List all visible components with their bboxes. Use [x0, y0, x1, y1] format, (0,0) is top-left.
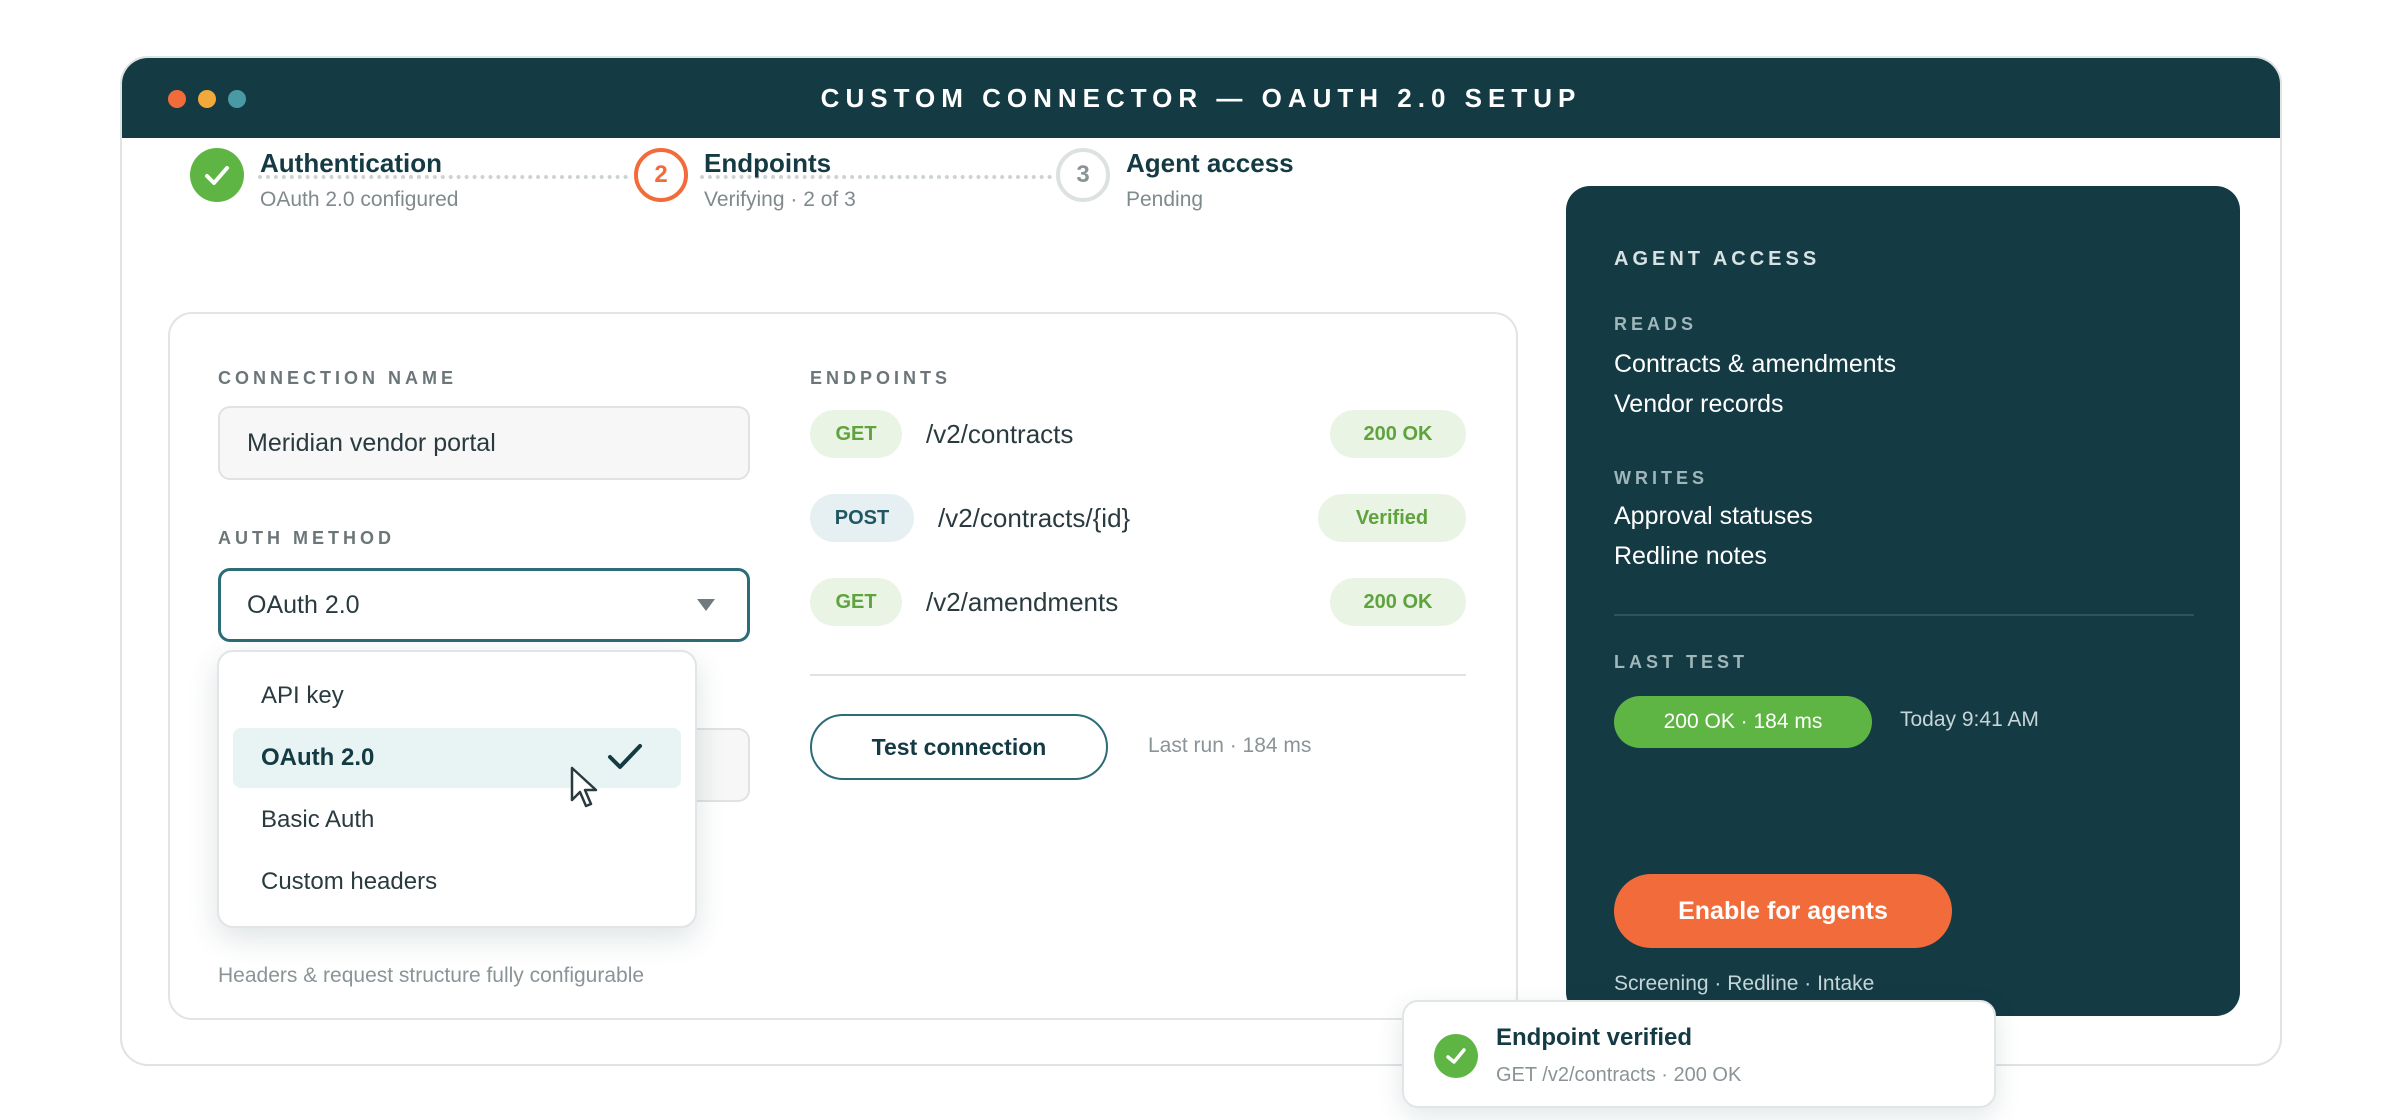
endpoint-path: /v2/contracts [926, 419, 1074, 449]
mouse-cursor-icon [570, 766, 598, 808]
test-connection-button[interactable]: Test connection [810, 714, 1108, 780]
auth-method-menu: API key OAuth 2.0 Basic Auth Custom head… [217, 650, 697, 928]
menu-item-oauth[interactable]: OAuth 2.0 [233, 728, 681, 788]
last-test-time: Today 9:41 AM [1900, 708, 2039, 731]
last-test-status-badge: 200 OK · 184 ms [1614, 696, 1872, 748]
step-title: Authentication [260, 148, 442, 178]
endpoint-row[interactable]: GET /v2/amendments 200 OK [810, 578, 1466, 626]
read-permission: Contracts & amendments [1614, 350, 1897, 378]
step-number: 2 [634, 148, 688, 202]
agent-access-panel: AGENT ACCESS READS Contracts & amendment… [1566, 186, 2240, 1016]
step-title: Agent access [1126, 148, 1294, 178]
reads-label: READS [1614, 314, 1698, 334]
toast-title: Endpoint verified [1496, 1024, 1693, 1051]
write-permission: Redline notes [1614, 542, 1767, 570]
writes-label: WRITES [1614, 468, 1708, 488]
toast-subtitle: GET /v2/contracts · 200 OK [1496, 1064, 1742, 1086]
step-subtitle: Verifying · 2 of 3 [704, 188, 856, 211]
panel-heading: AGENT ACCESS [1614, 248, 1821, 270]
method-badge: POST [810, 494, 914, 542]
auth-method-value: OAuth 2.0 [247, 591, 360, 619]
title-bar: CUSTOM CONNECTOR — OAUTH 2.0 SETUP [122, 58, 2280, 138]
connection-name-input[interactable]: Meridian vendor portal [218, 406, 750, 480]
menu-item-api-key[interactable]: API key [233, 666, 681, 726]
auth-method-select[interactable]: OAuth 2.0 [218, 568, 750, 642]
endpoint-path: /v2/amendments [926, 587, 1119, 617]
form-footnote: Headers & request structure fully config… [218, 964, 645, 987]
panel-caption: Screening · Redline · Intake [1614, 972, 1875, 995]
step-subtitle: Pending [1126, 188, 1204, 211]
endpoint-verified-toast: Endpoint verified GET /v2/contracts · 20… [1402, 1000, 1996, 1108]
status-badge: 200 OK [1330, 410, 1466, 458]
endpoint-row[interactable]: GET /v2/contracts 200 OK [810, 410, 1466, 458]
endpoint-path: /v2/contracts/{id} [938, 503, 1131, 533]
endpoint-row[interactable]: POST /v2/contracts/{id} Verified [810, 494, 1466, 542]
menu-item-custom-headers[interactable]: Custom headers [233, 852, 681, 912]
endpoints-divider [810, 674, 1466, 676]
check-icon [190, 148, 244, 202]
status-badge: 200 OK [1330, 578, 1466, 626]
window-title: CUSTOM CONNECTOR — OAUTH 2.0 SETUP [820, 83, 1582, 113]
last-run-text: Last run · 184 ms [1148, 734, 1312, 757]
step-number: 3 [1056, 148, 1110, 202]
last-test-label: LAST TEST [1614, 652, 1748, 672]
step-title: Endpoints [704, 148, 832, 178]
read-permission: Vendor records [1614, 390, 1784, 418]
status-badge: Verified [1318, 494, 1466, 542]
connection-name-label: CONNECTION NAME [218, 368, 457, 388]
method-badge: GET [810, 578, 902, 626]
menu-item-basic-auth[interactable]: Basic Auth [233, 790, 681, 850]
check-icon [608, 744, 642, 769]
menu-item-label: OAuth 2.0 [261, 744, 375, 771]
check-circle-icon [1434, 1034, 1478, 1078]
chevron-down-icon[interactable] [697, 599, 715, 611]
endpoints-label: ENDPOINTS [810, 368, 952, 388]
step-subtitle: OAuth 2.0 configured [260, 188, 459, 211]
panel-divider [1614, 614, 2194, 616]
enable-for-agents-button[interactable]: Enable for agents [1614, 874, 1952, 948]
method-badge: GET [810, 410, 902, 458]
auth-method-label: AUTH METHOD [218, 528, 395, 548]
write-permission: Approval statuses [1614, 502, 1813, 530]
